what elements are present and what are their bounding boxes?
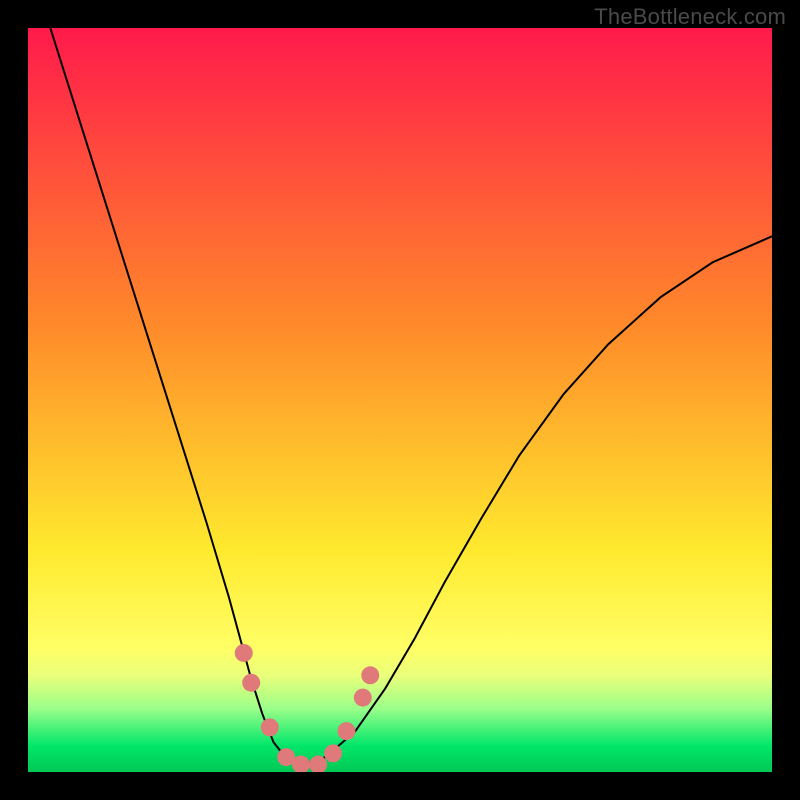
watermark-text: TheBottleneck.com	[594, 4, 786, 30]
data-marker	[261, 718, 279, 736]
app-frame: TheBottleneck.com	[0, 0, 800, 800]
data-marker	[242, 674, 260, 692]
chart-plot	[28, 28, 772, 772]
data-marker	[235, 644, 253, 662]
data-marker	[324, 744, 342, 762]
data-marker	[354, 689, 372, 707]
data-marker	[337, 722, 355, 740]
chart-background	[28, 28, 772, 772]
chart-svg	[28, 28, 772, 772]
data-marker	[361, 666, 379, 684]
